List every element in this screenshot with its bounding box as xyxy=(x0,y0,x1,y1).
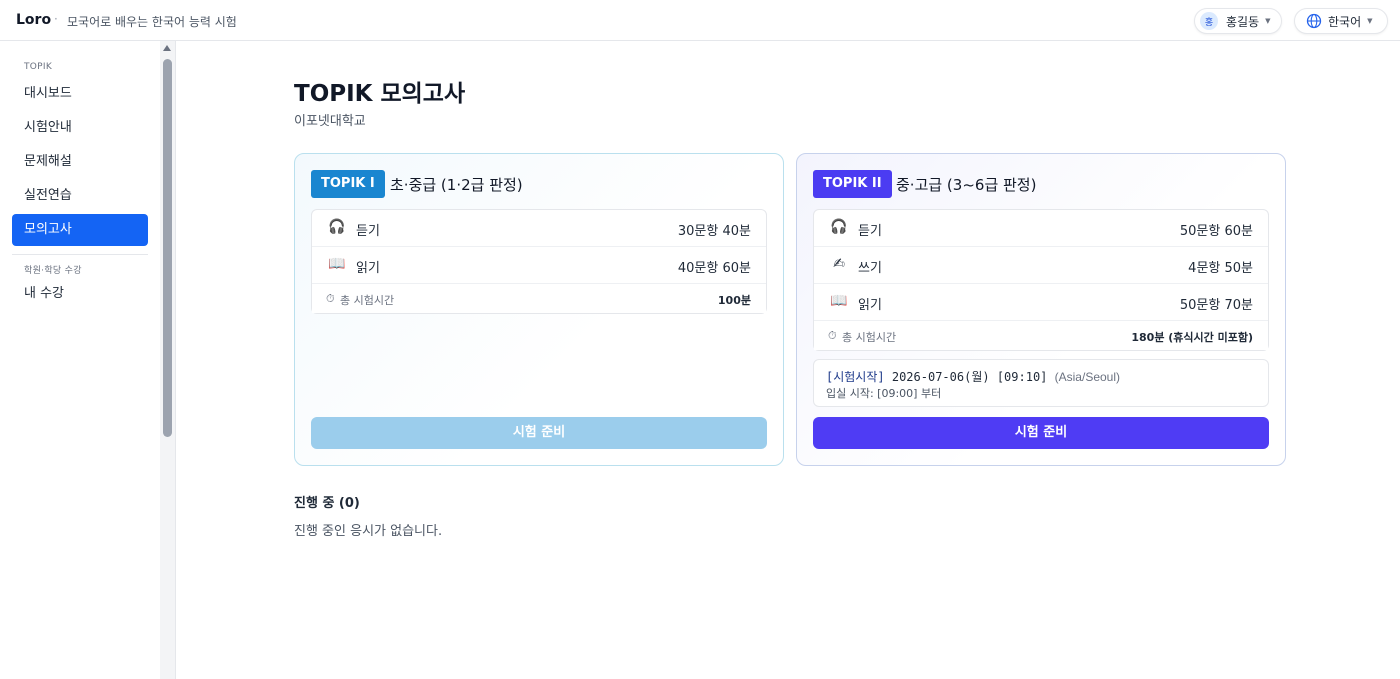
sidebar-section-academy: 학원·학당 수강 xyxy=(24,266,82,276)
chevron-down-icon: ▼ xyxy=(1265,17,1271,25)
section-row: 🎧 듣기 50문항 60분 xyxy=(814,210,1268,247)
sidebar-scrollbar-thumb[interactable] xyxy=(163,59,172,437)
book-icon: 📖 xyxy=(328,256,346,272)
topik-ii-badge: TOPIK II xyxy=(813,170,892,198)
page-title: TOPIK 모의고사 xyxy=(294,81,466,107)
entry-start-text: 입실 시작: [09:00] 부터 xyxy=(826,387,942,400)
total-time-row: ⏱ 총 시험시간 180분 (휴식시간 미포함) xyxy=(814,321,1268,350)
timer-icon: ⏱ xyxy=(828,329,837,342)
timer-icon: ⏱ xyxy=(326,292,335,305)
brand-logo[interactable]: Loro xyxy=(16,12,51,28)
section-value: 30문항 40분 xyxy=(677,224,751,239)
user-name: 홍길동 xyxy=(1226,14,1260,29)
topik-i-sections: 🎧 듣기 30문항 40분 📖 읽기 40문항 60분 ⏱ 총 시험시간 100… xyxy=(311,209,767,314)
section-row: 🎧 듣기 30문항 40분 xyxy=(312,210,766,247)
total-time-label: 총 시험시간 xyxy=(842,331,897,344)
chevron-down-icon: ▼ xyxy=(1367,17,1373,25)
section-row: 📖 읽기 40문항 60분 xyxy=(312,247,766,284)
sidebar-item-dashboard[interactable]: 대시보드 xyxy=(12,78,148,110)
globe-icon xyxy=(1306,13,1322,29)
writing-hand-icon: ✍ xyxy=(833,256,845,272)
sidebar-section-topik: TOPIK xyxy=(24,62,53,72)
brand-tagline: 모국어로 배우는 한국어 능력 시험 xyxy=(67,15,237,29)
sidebar-item-practice[interactable]: 실전연습 xyxy=(12,180,148,212)
in-progress-title: 진행 중 (0) xyxy=(294,496,360,511)
language-label: 한국어 xyxy=(1328,14,1362,29)
section-value: 4문항 50분 xyxy=(1188,261,1253,276)
exam-start-datetime: 2026-07-06(월) [09:10] xyxy=(891,370,1048,384)
sidebar-item-mock-exam[interactable]: 모의고사 xyxy=(12,214,148,246)
section-value: 50문항 60분 xyxy=(1179,224,1253,239)
language-select-button[interactable]: 한국어 ▼ xyxy=(1294,8,1388,34)
user-menu-button[interactable]: 홍 홍길동 ▼ xyxy=(1194,8,1282,34)
topik-i-prepare-button[interactable]: 시험 준비 xyxy=(311,417,767,449)
topik-ii-prepare-button[interactable]: 시험 준비 xyxy=(813,417,1269,449)
in-progress-empty-text: 진행 중인 응시가 없습니다. xyxy=(294,524,443,539)
topik-ii-level: 중·고급 (3~6급 판정) xyxy=(896,176,1037,194)
section-name: 쓰기 xyxy=(858,261,882,276)
topik-ii-sections: 🎧 듣기 50문항 60분 ✍ 쓰기 4문항 50분 📖 읽기 50문항 70분… xyxy=(813,209,1269,351)
sidebar-item-exam-guide[interactable]: 시험안내 xyxy=(12,112,148,144)
exam-schedule-box: [시험시작] 2026-07-06(월) [09:10] (Asia/Seoul… xyxy=(813,359,1269,407)
book-icon: 📖 xyxy=(830,293,848,309)
sidebar-item-explanations[interactable]: 문제해설 xyxy=(12,146,148,178)
topik-i-badge: TOPIK I xyxy=(311,170,385,198)
total-time-row: ⏱ 총 시험시간 100분 xyxy=(312,284,766,313)
section-value: 50문항 70분 xyxy=(1179,298,1253,313)
exam-start-line: [시험시작] 2026-07-06(월) [09:10] (Asia/Seoul… xyxy=(826,368,1120,385)
exam-timezone: (Asia/Seoul) xyxy=(1054,370,1121,384)
sidebar-item-my-courses[interactable]: 내 수강 xyxy=(12,278,148,310)
total-time-value: 180분 (휴식시간 미포함) xyxy=(1131,331,1253,344)
topik-i-level: 초·중급 (1·2급 판정) xyxy=(390,176,523,194)
topik-i-card: TOPIK I 초·중급 (1·2급 판정) 🎧 듣기 30문항 40분 📖 읽… xyxy=(294,153,784,466)
topik-ii-card: TOPIK II 중·고급 (3~6급 판정) 🎧 듣기 50문항 60분 ✍ … xyxy=(796,153,1286,466)
scroll-up-arrow-icon[interactable] xyxy=(163,45,171,51)
total-time-label: 총 시험시간 xyxy=(340,294,395,307)
page-subtitle: 이포넷대학교 xyxy=(294,114,366,129)
top-bar: Loro · 모국어로 배우는 한국어 능력 시험 홍 홍길동 ▼ 한국어 ▼ xyxy=(0,0,1400,41)
exam-start-label: [시험시작] xyxy=(826,370,885,384)
section-name: 읽기 xyxy=(356,261,380,276)
headphones-icon: 🎧 xyxy=(328,219,346,235)
section-name: 듣기 xyxy=(858,224,882,239)
sidebar: TOPIK 대시보드 시험안내 문제해설 실전연습 모의고사 학원·학당 수강 … xyxy=(0,41,176,679)
avatar: 홍 xyxy=(1200,12,1218,30)
brand-separator: · xyxy=(54,12,58,26)
total-time-value: 100분 xyxy=(717,294,751,307)
section-name: 읽기 xyxy=(858,298,882,313)
headphones-icon: 🎧 xyxy=(830,219,848,235)
section-name: 듣기 xyxy=(356,224,380,239)
section-value: 40문항 60분 xyxy=(677,261,751,276)
section-row: ✍ 쓰기 4문항 50분 xyxy=(814,247,1268,284)
sidebar-divider xyxy=(12,254,148,255)
section-row: 📖 읽기 50문항 70분 xyxy=(814,284,1268,321)
